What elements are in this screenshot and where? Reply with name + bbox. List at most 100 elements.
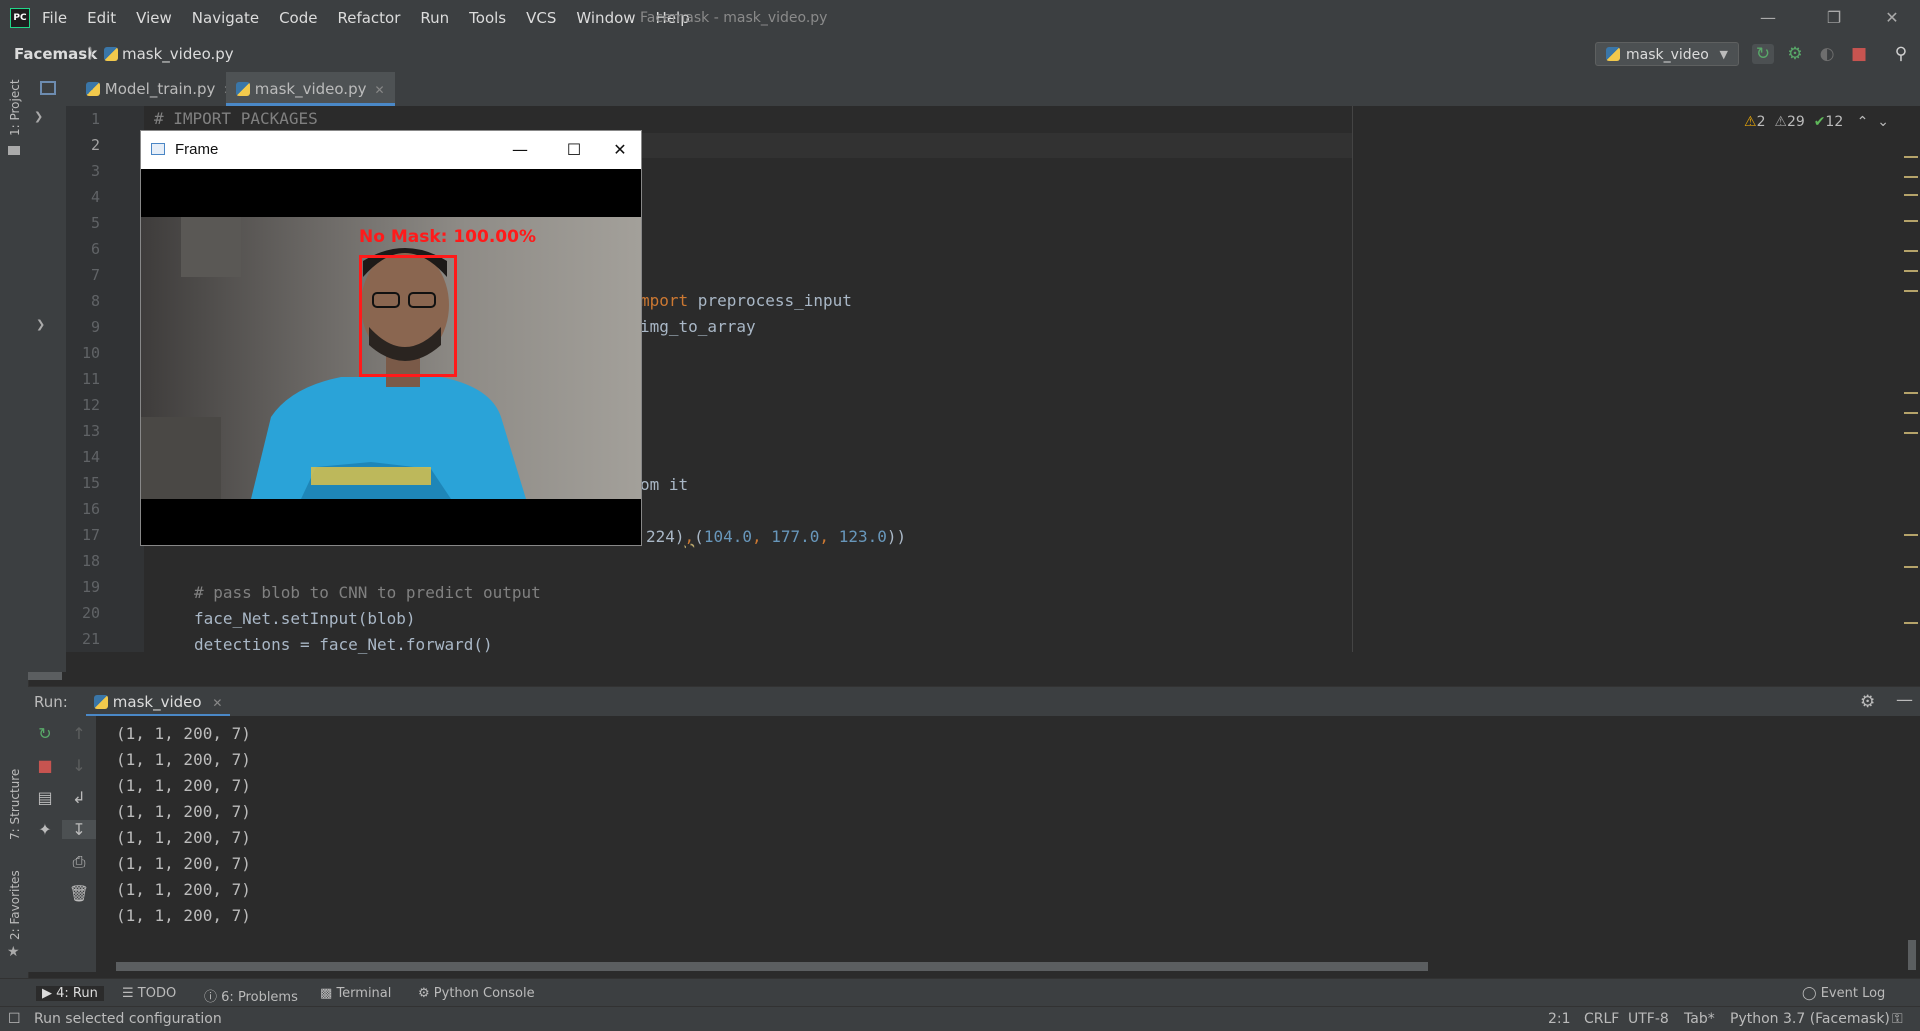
python-file-icon [86,82,100,96]
favorites-tool-button[interactable]: 2: Favorites [8,870,22,940]
folder-icon [8,146,20,155]
stop-icon[interactable]: ■ [1848,44,1870,64]
minimize-button[interactable]: — [1748,6,1788,30]
menu-file[interactable]: File [42,9,67,27]
line-number: 19 [81,578,100,596]
window-title: Facemask - mask_video.py [640,10,828,26]
structure-tool-button[interactable]: 7: Structure [8,769,22,840]
run-tab-label: mask_video [112,693,202,711]
console-vertical-scrollbar[interactable] [1908,940,1916,970]
code-number: 123.0 [838,527,887,546]
close-button[interactable]: ✕ [1872,6,1912,30]
python-console-tool-button[interactable]: ⚙ Python Console [418,986,535,1001]
close-tab-icon[interactable]: ✕ [212,696,222,710]
console-line: (1, 1, 200, 7) [116,880,251,899]
close-tab-icon[interactable]: ✕ [374,83,384,97]
menu-window[interactable]: Window [576,9,635,27]
print-icon[interactable]: ⎙ [62,852,96,872]
menu-vcs[interactable]: VCS [526,9,556,27]
rerun-icon[interactable]: ↻ [1752,44,1774,64]
menu-refactor[interactable]: Refactor [337,9,400,27]
terminal-tool-button[interactable]: ▩ Terminal [320,986,391,1001]
code-keyword: mport [640,291,689,310]
menu-view[interactable]: View [136,9,172,27]
marker [1904,392,1918,394]
next-highlight-icon[interactable]: ⌄ [1877,114,1889,130]
down-arrow-icon[interactable]: ↓ [62,756,96,775]
run-tab-mask-video[interactable]: mask_video ✕ [86,687,231,717]
line-number: 10 [81,344,100,362]
marker [1904,194,1918,196]
line-number: 15 [81,474,100,492]
typo-count: 12 [1825,114,1844,130]
layout-icon[interactable]: ▤ [28,788,62,807]
window-icon [151,143,165,155]
restore-button[interactable]: ❐ [1814,6,1854,30]
tab-mask-video[interactable]: mask_video.py ✕ [226,72,395,106]
menu-edit[interactable]: Edit [87,9,116,27]
stop-icon[interactable]: ■ [28,756,62,775]
console-output[interactable]: (1, 1, 200, 7) (1, 1, 200, 7) (1, 1, 200… [96,716,1920,972]
menu-navigate[interactable]: Navigate [192,9,259,27]
toggle-tool-windows-icon[interactable]: ☐ [8,1011,21,1027]
problems-tool-button[interactable]: ⓘ 6: Problems [204,986,298,1005]
soft-wrap-icon[interactable]: ↲ [62,788,96,807]
horizontal-scrollbar[interactable] [28,672,62,680]
marker [1904,250,1918,252]
terminal-icon: ▩ [320,986,333,1001]
frame-close-button[interactable]: ✕ [597,137,643,163]
breadcrumb-file[interactable]: mask_video.py [122,45,234,63]
python-icon [1606,47,1620,61]
python-interpreter[interactable]: Python 3.7 (Facemask) [1730,1011,1890,1027]
todo-tool-button[interactable]: ☰ TODO [122,986,176,1001]
project-tool-button[interactable]: 1: Project [8,79,22,136]
breadcrumb-project[interactable]: Facemask [14,45,97,63]
coverage-icon[interactable]: ◐ [1816,44,1838,64]
scroll-to-end-icon[interactable]: ↧ [62,820,96,839]
file-encoding[interactable]: UTF-8 [1628,1011,1669,1027]
tab-model-train[interactable]: Model_train.py✕ [76,72,243,106]
inspection-widget[interactable]: ⚠2 ⚠29 ✔12 ⌃ ⌄ [1744,114,1889,130]
main-menu: File Edit View Navigate Code Refactor Ru… [42,9,710,27]
run-tool-button[interactable]: ▶ 4: Run [36,986,104,1001]
previous-highlight-icon[interactable]: ⌃ [1857,114,1869,130]
marker [1904,156,1918,158]
list-icon: ☰ [122,986,134,1001]
star-icon: ★ [7,944,20,960]
chevron-down-icon[interactable]: ❯ [34,110,43,123]
line-number: 7 [90,266,100,284]
indent-setting[interactable]: Tab* [1684,1011,1715,1027]
line-separator[interactable]: CRLF [1584,1011,1619,1027]
chevron-right-icon[interactable]: ❯ [36,318,45,331]
gear-icon[interactable]: ⚙ [1860,692,1875,712]
weak-warning-icon: ⚠ [1774,114,1787,130]
show-project-icon[interactable] [40,81,56,95]
error-stripe[interactable] [1904,130,1920,652]
run-configuration-select[interactable]: mask_video ▼ [1595,42,1739,66]
lock-icon[interactable]: ⚿ [1892,1011,1903,1027]
up-arrow-icon[interactable]: ↑ [62,724,96,743]
python-console-tool-label: Python Console [433,986,535,1001]
event-log-tool-button[interactable]: ◯ Event Log [1802,986,1885,1001]
menu-run[interactable]: Run [420,9,449,27]
webcam-image: No Mask: 100.00% [141,217,641,499]
hide-panel-icon[interactable]: — [1896,690,1913,710]
frame-title: Frame [175,141,219,158]
menu-code[interactable]: Code [279,9,317,27]
frame-minimize-button[interactable]: — [497,137,543,163]
debug-icon[interactable]: ⚙ [1784,44,1806,64]
frame-window[interactable]: Frame — ☐ ✕ No Mask: 100.00% [140,130,642,546]
caret-position[interactable]: 2:1 [1548,1011,1571,1027]
frame-title-bar: Frame — ☐ ✕ [141,131,641,169]
pin-icon[interactable]: ✦ [28,820,62,839]
code-line-9: img_to_array [640,317,756,336]
console-horizontal-scrollbar[interactable] [116,962,1428,971]
rerun-icon[interactable]: ↻ [28,724,62,743]
frame-maximize-button[interactable]: ☐ [551,137,597,163]
menu-tools[interactable]: Tools [469,9,506,27]
trash-icon[interactable]: 🗑 [62,884,96,903]
line-number: 1 [90,110,100,128]
search-icon[interactable]: ⚲ [1890,44,1912,64]
line-number: 18 [81,552,100,570]
code-line-19: # pass blob to CNN to predict output [194,583,541,602]
